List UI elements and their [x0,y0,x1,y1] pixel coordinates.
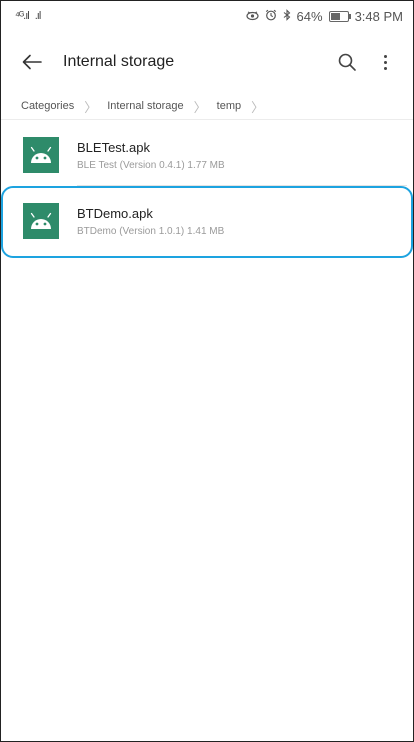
bluetooth-icon [283,8,291,24]
search-button[interactable] [333,48,361,76]
file-info: BTDemo.apk BTDemo (Version 1.0.1) 1.41 M… [77,206,393,237]
screen: ⁴ᴳ.ıl .ıl 64% 3:48 PM Internal storage C… [0,0,414,742]
more-options-button[interactable] [371,48,399,76]
chevron-right-icon: 〉 [193,99,207,115]
file-item-bletest[interactable]: BLETest.apk BLE Test (Version 0.4.1) 1.7… [1,126,413,186]
breadcrumb-item-temp[interactable]: temp [217,100,241,112]
battery-icon [328,10,351,22]
status-bar: ⁴ᴳ.ıl .ıl 64% 3:48 PM [1,1,413,31]
search-icon [338,53,356,71]
arrow-left-icon [22,54,42,70]
chevron-right-icon: 〉 [84,99,98,115]
breadcrumb-item-internal-storage[interactable]: Internal storage [107,100,183,112]
more-vert-icon [383,54,387,70]
eye-icon [245,9,259,24]
file-meta: BLE Test (Version 0.4.1) 1.77 MB [77,159,225,171]
back-button[interactable] [17,47,47,77]
android-apk-icon [23,137,59,173]
battery-percent: 64% [296,8,323,24]
android-apk-icon [23,203,59,239]
signal-icon: ⁴ᴳ.ıl [15,10,30,22]
file-item-btdemo[interactable]: BTDemo.apk BTDemo (Version 1.0.1) 1.41 M… [1,186,413,258]
chevron-right-icon: 〉 [251,99,265,115]
file-meta: BTDemo (Version 1.0.1) 1.41 MB [77,225,225,237]
battery-fill [330,12,341,20]
signal-icon: .ıl [34,10,41,22]
breadcrumb-item-categories[interactable]: Categories [21,100,74,112]
alarm-icon [265,9,277,24]
file-info: BLETest.apk BLE Test (Version 0.4.1) 1.7… [77,140,393,171]
status-time: 3:48 PM [354,8,403,24]
file-name: BLETest.apk [77,139,150,155]
app-bar: Internal storage [1,31,413,93]
file-name: BTDemo.apk [77,205,153,221]
status-left: ⁴ᴳ.ıl .ıl [15,10,41,22]
file-list: BLETest.apk BLE Test (Version 0.4.1) 1.7… [1,126,413,258]
page-title: Internal storage [63,53,175,70]
status-right: 64% 3:48 PM [245,8,403,24]
breadcrumb: Categories 〉 Internal storage 〉 temp 〉 [1,93,413,120]
